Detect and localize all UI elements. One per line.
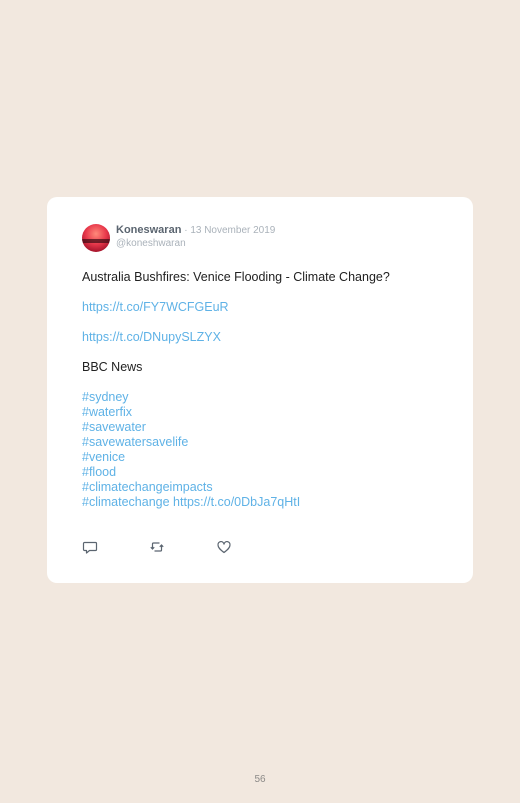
hashtag-flood[interactable]: #flood [82, 465, 116, 479]
retweet-icon[interactable] [149, 539, 165, 555]
tweet-date[interactable]: 13 November 2019 [190, 225, 275, 236]
hashtag-savewater[interactable]: #savewater [82, 420, 146, 434]
date-separator: · [181, 225, 191, 236]
tweet-card: Koneswaran · 13 November 2019 @koneshwar… [47, 197, 473, 583]
author-name[interactable]: Koneswaran [116, 224, 181, 236]
author-block: Koneswaran · 13 November 2019 @koneshwar… [116, 224, 275, 250]
hashtag-savewatersavelife[interactable]: #savewatersavelife [82, 435, 188, 449]
tweet-source: BBC News [82, 360, 143, 374]
hashtag-climatechange[interactable]: #climatechange [82, 495, 170, 509]
tweet-link-2[interactable]: https://t.co/DNupySLZYX [82, 330, 221, 344]
hashtag-climatechangeimpacts[interactable]: #climatechangeimpacts [82, 480, 213, 494]
tweet-header: Koneswaran · 13 November 2019 @koneshwar… [82, 224, 275, 254]
tweet-text: Australia Bushfires: Venice Flooding - C… [82, 270, 390, 284]
tweet-body: Australia Bushfires: Venice Flooding - C… [82, 270, 442, 510]
tweet-actions [82, 539, 283, 555]
reply-icon[interactable] [82, 539, 98, 555]
hashtag-venice[interactable]: #venice [82, 450, 125, 464]
tweet-link-1[interactable]: https://t.co/FY7WCFGEuR [82, 300, 229, 314]
tweet-link-3[interactable]: https://t.co/0DbJa7qHtI [173, 495, 300, 509]
hashtag-waterfix[interactable]: #waterfix [82, 405, 132, 419]
avatar[interactable] [82, 224, 110, 252]
page-number: 56 [254, 774, 266, 785]
hashtag-sydney[interactable]: #sydney [82, 390, 129, 404]
author-line: Koneswaran · 13 November 2019 [116, 224, 275, 237]
author-handle[interactable]: @koneshwaran [116, 237, 275, 250]
heart-icon[interactable] [216, 539, 232, 555]
